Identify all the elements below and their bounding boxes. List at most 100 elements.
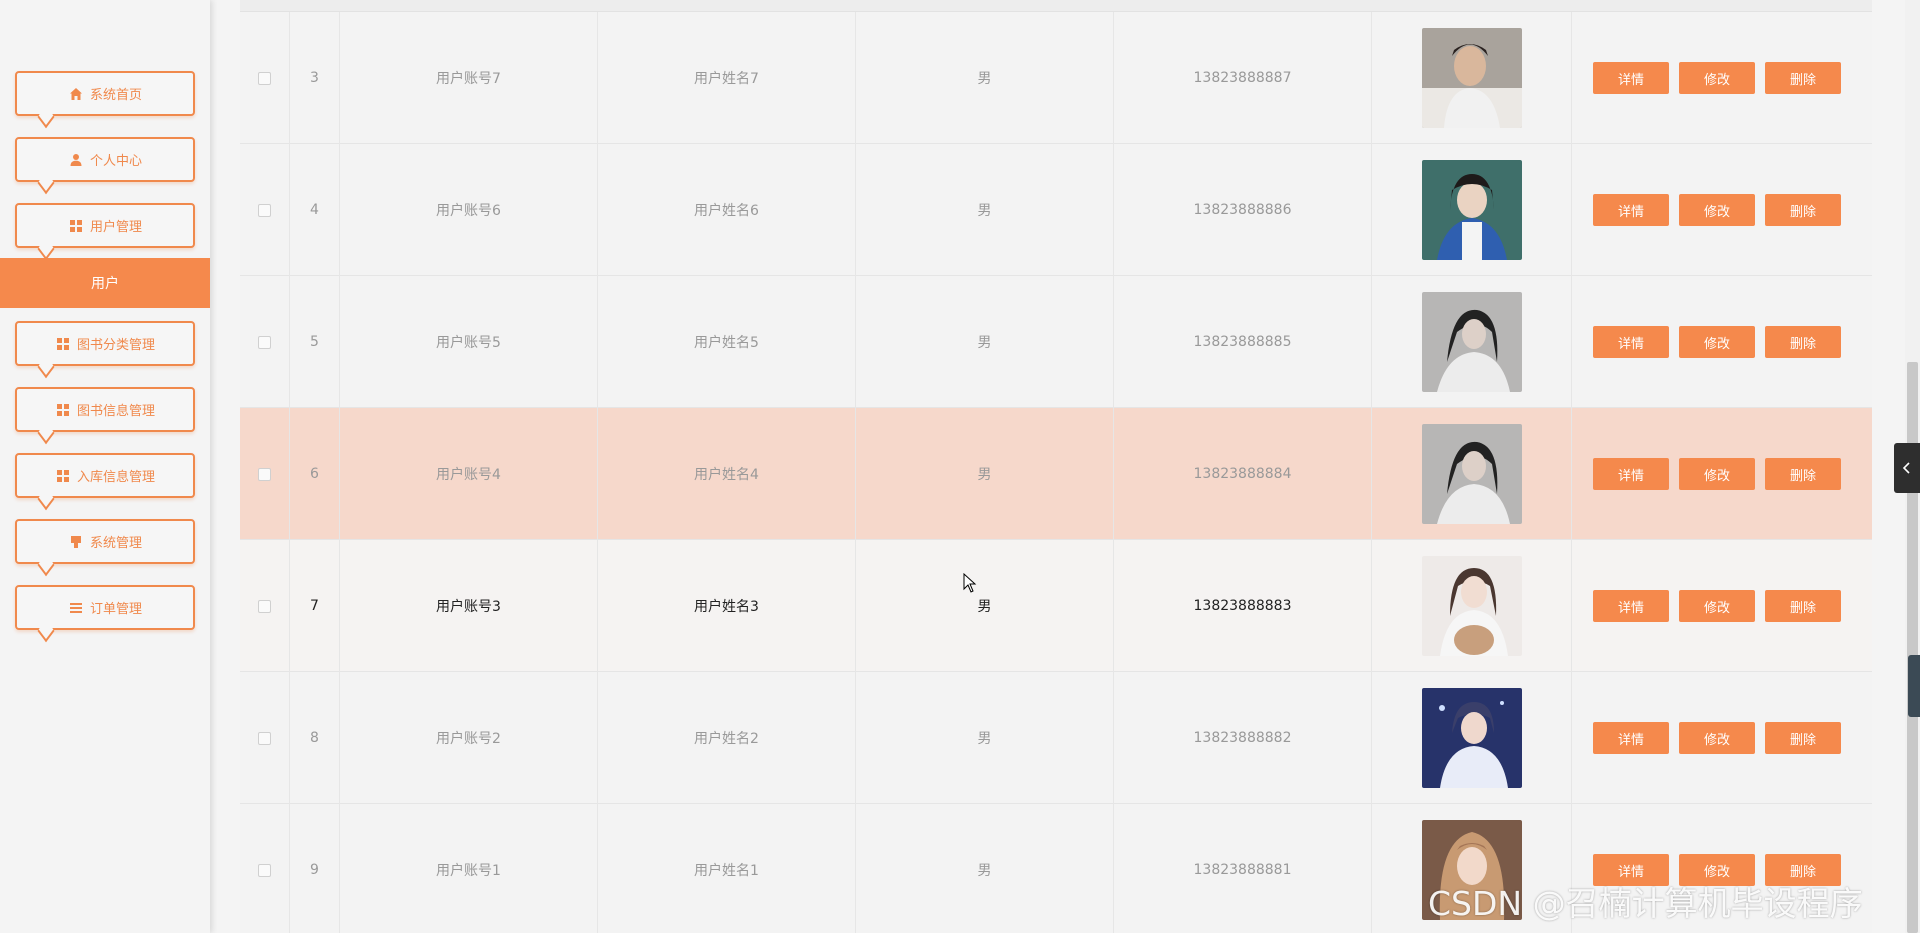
edit-button[interactable]: 修改 (1679, 854, 1755, 886)
list-icon (68, 600, 84, 616)
sidebar-subitem-user[interactable]: 用户 (0, 258, 210, 308)
sidebar: 系统首页 个人中心 用户管理 用户 图书分类管理 图书信息管理 入库信息管理 系… (0, 0, 210, 933)
user-name: 用户姓名1 (598, 804, 856, 933)
row-checkbox[interactable] (258, 71, 271, 85)
row-index: 9 (290, 804, 340, 933)
user-phone: 13823888883 (1114, 540, 1372, 672)
row-index: 8 (290, 672, 340, 804)
user-photo (1421, 28, 1522, 128)
edit-button[interactable]: 修改 (1679, 590, 1755, 622)
delete-button[interactable]: 删除 (1765, 722, 1841, 754)
user-account: 用户账号1 (340, 804, 598, 933)
row-checkbox[interactable] (258, 203, 271, 217)
grid-icon (55, 336, 71, 352)
user-account: 用户账号3 (340, 540, 598, 672)
user-phone: 13823888885 (1114, 276, 1372, 408)
detail-button[interactable]: 详情 (1593, 326, 1669, 358)
mouse-cursor-icon (963, 573, 977, 593)
detail-button[interactable]: 详情 (1593, 590, 1669, 622)
user-icon (68, 152, 84, 168)
table-row-selected: 6 用户账号4 用户姓名4 男 13823888884 详情 修改 删除 (240, 408, 1872, 540)
row-index: 5 (290, 276, 340, 408)
user-name: 用户姓名4 (598, 408, 856, 540)
edit-button[interactable]: 修改 (1679, 62, 1755, 94)
delete-button[interactable]: 删除 (1765, 590, 1841, 622)
edit-button[interactable]: 修改 (1679, 458, 1755, 490)
sidebar-item-label: 个人中心 (89, 154, 142, 169)
edit-button[interactable]: 修改 (1679, 326, 1755, 358)
sidebar-item-book-info[interactable]: 图书信息管理 (15, 387, 195, 432)
table-row: 4 用户账号6 用户姓名6 男 13823888886 详情 修改 删除 (240, 144, 1872, 276)
user-sex: 男 (856, 804, 1114, 933)
grid-icon (55, 468, 71, 484)
grid-icon (68, 218, 84, 234)
user-name: 用户姓名2 (598, 672, 856, 804)
edit-button[interactable]: 修改 (1679, 722, 1755, 754)
user-photo (1421, 688, 1522, 788)
user-table: 3 用户账号7 用户姓名7 男 13823888887 详情 修改 删除 4 用… (240, 0, 1872, 933)
sidebar-item-label: 图书分类管理 (76, 338, 155, 353)
user-photo (1421, 424, 1522, 524)
user-phone: 13823888884 (1114, 408, 1372, 540)
detail-button[interactable]: 详情 (1593, 62, 1669, 94)
sidebar-item-book-category[interactable]: 图书分类管理 (15, 321, 195, 366)
system-icon (68, 534, 84, 550)
table-row: 5 用户账号5 用户姓名5 男 13823888885 详情 修改 删除 (240, 276, 1872, 408)
sidebar-item-label: 图书信息管理 (76, 404, 155, 419)
detail-button[interactable]: 详情 (1593, 854, 1669, 886)
sidebar-item-label: 订单管理 (89, 602, 142, 617)
table-row: 3 用户账号7 用户姓名7 男 13823888887 详情 修改 删除 (240, 12, 1872, 144)
sidebar-item-orders[interactable]: 订单管理 (15, 585, 195, 630)
row-index: 7 (290, 540, 340, 672)
delete-button[interactable]: 删除 (1765, 854, 1841, 886)
user-account: 用户账号7 (340, 12, 598, 144)
user-sex: 男 (856, 540, 1114, 672)
row-checkbox[interactable] (258, 863, 271, 877)
sidebar-item-stock-in[interactable]: 入库信息管理 (15, 453, 195, 498)
user-account: 用户账号6 (340, 144, 598, 276)
detail-button[interactable]: 详情 (1593, 722, 1669, 754)
user-account: 用户账号2 (340, 672, 598, 804)
chevron-left-icon (1902, 462, 1910, 474)
user-sex: 男 (856, 672, 1114, 804)
row-checkbox[interactable] (258, 731, 271, 745)
table-row: 8 用户账号2 用户姓名2 男 13823888882 详情 修改 删除 (240, 672, 1872, 804)
sidebar-item-label: 用户管理 (89, 220, 142, 235)
side-tool-widget[interactable] (1908, 655, 1920, 717)
sidebar-item-label: 系统首页 (89, 88, 142, 103)
row-checkbox[interactable] (258, 335, 271, 349)
user-sex: 男 (856, 408, 1114, 540)
user-sex: 男 (856, 12, 1114, 144)
user-phone: 13823888882 (1114, 672, 1372, 804)
row-index: 4 (290, 144, 340, 276)
collapse-panel-button[interactable] (1894, 443, 1920, 493)
delete-button[interactable]: 删除 (1765, 62, 1841, 94)
sidebar-subitem-label: 用户 (91, 276, 119, 292)
delete-button[interactable]: 删除 (1765, 458, 1841, 490)
row-index: 6 (290, 408, 340, 540)
delete-button[interactable]: 删除 (1765, 194, 1841, 226)
sidebar-item-profile[interactable]: 个人中心 (15, 137, 195, 182)
user-photo (1421, 556, 1522, 656)
table-row-hover: 7 用户账号3 用户姓名3 男 13823888883 详情 修改 删除 (240, 540, 1872, 672)
user-phone: 13823888887 (1114, 12, 1372, 144)
sidebar-item-user-management[interactable]: 用户管理 (15, 203, 195, 248)
table-row: 9 用户账号1 用户姓名1 男 13823888881 详情 修改 删除 (240, 804, 1872, 933)
row-index: 3 (290, 12, 340, 144)
row-checkbox[interactable] (258, 467, 271, 481)
user-name: 用户姓名5 (598, 276, 856, 408)
user-photo (1421, 820, 1522, 920)
user-phone: 13823888886 (1114, 144, 1372, 276)
delete-button[interactable]: 删除 (1765, 326, 1841, 358)
user-photo (1421, 292, 1522, 392)
home-icon (68, 86, 84, 102)
edit-button[interactable]: 修改 (1679, 194, 1755, 226)
row-checkbox[interactable] (258, 599, 271, 613)
sidebar-item-home[interactable]: 系统首页 (15, 71, 195, 116)
sidebar-item-system[interactable]: 系统管理 (15, 519, 195, 564)
user-photo (1421, 160, 1522, 260)
user-sex: 男 (856, 144, 1114, 276)
detail-button[interactable]: 详情 (1593, 458, 1669, 490)
user-account: 用户账号4 (340, 408, 598, 540)
detail-button[interactable]: 详情 (1593, 194, 1669, 226)
